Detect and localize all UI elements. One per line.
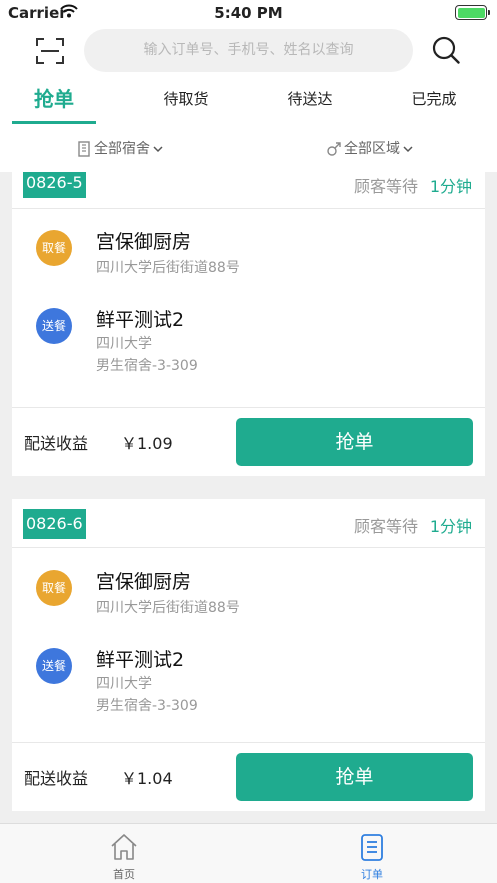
tab-pending-pickup[interactable]: 待取货	[136, 76, 236, 126]
order-list: 0826-5 顾客等待 1分钟 取餐 宫保御厨房 四川大学后街街道88号 送餐 …	[0, 172, 497, 823]
chevron-down-icon	[153, 146, 163, 153]
delivery-address-line1: 四川大学	[96, 676, 152, 692]
pickup-name: 宫保御厨房	[96, 231, 192, 253]
delivery-badge: 送餐	[36, 308, 72, 344]
order-card-header: 0826-5 顾客等待 1分钟	[12, 172, 485, 209]
earnings-amount: ￥1.04	[121, 769, 173, 788]
status-time: 5:40 PM	[214, 4, 283, 22]
dorm-filter-label: 全部宿舍	[94, 141, 150, 157]
order-card-footer: 配送收益 ￥1.04 抢单	[12, 742, 485, 812]
wait-time: 1分钟	[429, 177, 472, 196]
order-number: 0826-5	[23, 172, 86, 198]
tabbar-home[interactable]: 首页	[74, 824, 174, 883]
delivery-badge: 送餐	[36, 648, 72, 684]
delivery-name: 鲜平测试2	[96, 309, 185, 331]
order-status-tabs: 抢单 待取货 待送达 已完成	[0, 76, 497, 126]
bottom-tab-bar: 首页 订单	[0, 823, 497, 883]
location-icon	[327, 142, 341, 156]
order-card: 0826-6 顾客等待 1分钟 取餐 宫保御厨房 四川大学后街街道88号 送餐 …	[12, 499, 485, 811]
order-card-footer: 配送收益 ￥1.09 抢单	[12, 407, 485, 477]
chevron-down-icon	[403, 146, 413, 153]
pickup-badge: 取餐	[36, 230, 72, 266]
delivery-address-line1: 四川大学	[96, 336, 152, 352]
delivery-address-line2: 男生宿舍-3-309	[96, 698, 198, 714]
pickup-address: 四川大学后街街道88号	[96, 260, 240, 276]
search-header: 输入订单号、手机号、姓名以查询	[0, 26, 497, 76]
scan-icon[interactable]	[36, 38, 64, 64]
area-filter[interactable]: 全部区域	[327, 126, 413, 172]
order-number: 0826-6	[23, 509, 86, 539]
home-icon	[111, 834, 137, 860]
order-card: 0826-5 顾客等待 1分钟 取餐 宫保御厨房 四川大学后街街道88号 送餐 …	[12, 172, 485, 476]
earnings-label: 配送收益	[24, 769, 89, 788]
wait-time: 1分钟	[429, 517, 472, 536]
status-bar: Carrier 5:40 PM	[0, 0, 497, 26]
tab-grab[interactable]: 抢单	[12, 76, 96, 126]
orders-icon	[361, 834, 383, 861]
tabbar-orders[interactable]: 订单	[322, 824, 422, 883]
order-card-header: 0826-6 顾客等待 1分钟	[12, 499, 485, 548]
pickup-name: 宫保御厨房	[96, 571, 192, 593]
search-icon[interactable]	[432, 36, 460, 64]
tab-completed[interactable]: 已完成	[384, 76, 484, 126]
delivery-address-line2: 男生宿舍-3-309	[96, 358, 198, 374]
earnings-label: 配送收益	[24, 434, 89, 453]
delivery-name: 鲜平测试2	[96, 649, 185, 671]
battery-icon	[455, 5, 490, 20]
grab-order-button[interactable]: 抢单	[236, 418, 473, 466]
tab-pending-delivery[interactable]: 待送达	[260, 76, 360, 126]
pickup-badge: 取餐	[36, 570, 72, 606]
wait-label: 顾客等待	[353, 177, 418, 196]
building-icon	[78, 141, 90, 157]
search-input[interactable]: 输入订单号、手机号、姓名以查询	[84, 29, 413, 72]
tabbar-orders-label: 订单	[361, 868, 383, 881]
wait-label: 顾客等待	[353, 517, 418, 536]
filter-bar: 全部宿舍 全部区域	[0, 126, 497, 172]
pickup-address: 四川大学后街街道88号	[96, 600, 240, 616]
earnings-amount: ￥1.09	[121, 434, 173, 453]
dorm-filter[interactable]: 全部宿舍	[77, 126, 163, 172]
tabbar-home-label: 首页	[113, 868, 135, 881]
area-filter-label: 全部区域	[344, 141, 400, 157]
grab-order-button[interactable]: 抢单	[236, 753, 473, 801]
